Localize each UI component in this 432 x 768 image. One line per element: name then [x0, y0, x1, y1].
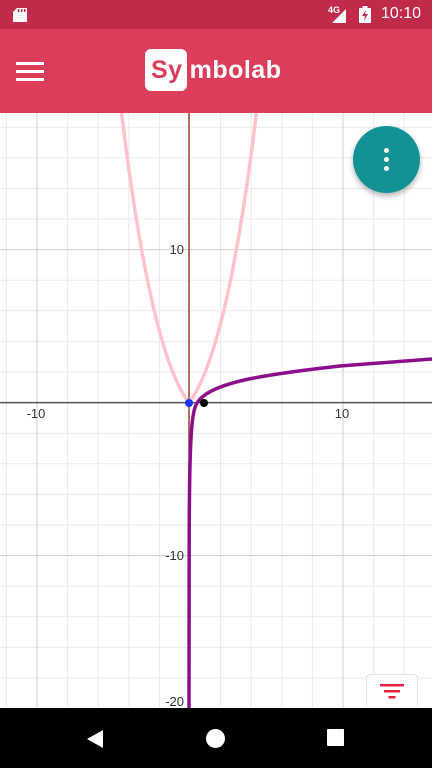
- x-tick-label: 10: [335, 406, 349, 421]
- y-tick-label: -10: [165, 548, 184, 563]
- filter-button[interactable]: [366, 674, 418, 707]
- more-vert-icon: [384, 148, 389, 153]
- status-bar: 4G 10:10: [0, 0, 432, 29]
- x-tick-label: -10: [27, 406, 46, 421]
- origin-point[interactable]: [185, 399, 193, 407]
- root-point[interactable]: [200, 399, 208, 407]
- logo-text: mbolab: [189, 55, 282, 84]
- y-tick-label: -20: [165, 694, 184, 708]
- home-circle-icon[interactable]: [206, 729, 225, 748]
- graph-canvas[interactable]: -10 10 10 -10 -20: [0, 113, 432, 708]
- status-time: 10:10: [381, 5, 422, 22]
- log-curve: [187, 357, 432, 708]
- filter-icon: [380, 684, 404, 699]
- system-nav-bar: [0, 708, 432, 768]
- more-options-fab[interactable]: [353, 126, 420, 193]
- back-triangle-icon[interactable]: [86, 729, 104, 749]
- more-vert-icon: [384, 157, 389, 162]
- app-bar: Sy mbolab: [0, 29, 432, 113]
- y-tick-label: 10: [170, 242, 184, 257]
- more-vert-icon: [384, 166, 389, 171]
- graph-svg: -10 10 10 -10 -20: [0, 113, 432, 708]
- minor-grid: [0, 113, 432, 708]
- logo-highlight: Sy: [145, 49, 187, 91]
- menu-button[interactable]: [10, 51, 50, 91]
- major-grid: [0, 113, 432, 708]
- signal-icon: [332, 9, 346, 23]
- recents-square-icon[interactable]: [327, 729, 344, 746]
- hamburger-icon: [16, 62, 44, 81]
- sd-card-icon: [13, 8, 27, 22]
- battery-charging-icon: [359, 6, 371, 23]
- symbolab-logo: Sy mbolab: [145, 48, 282, 92]
